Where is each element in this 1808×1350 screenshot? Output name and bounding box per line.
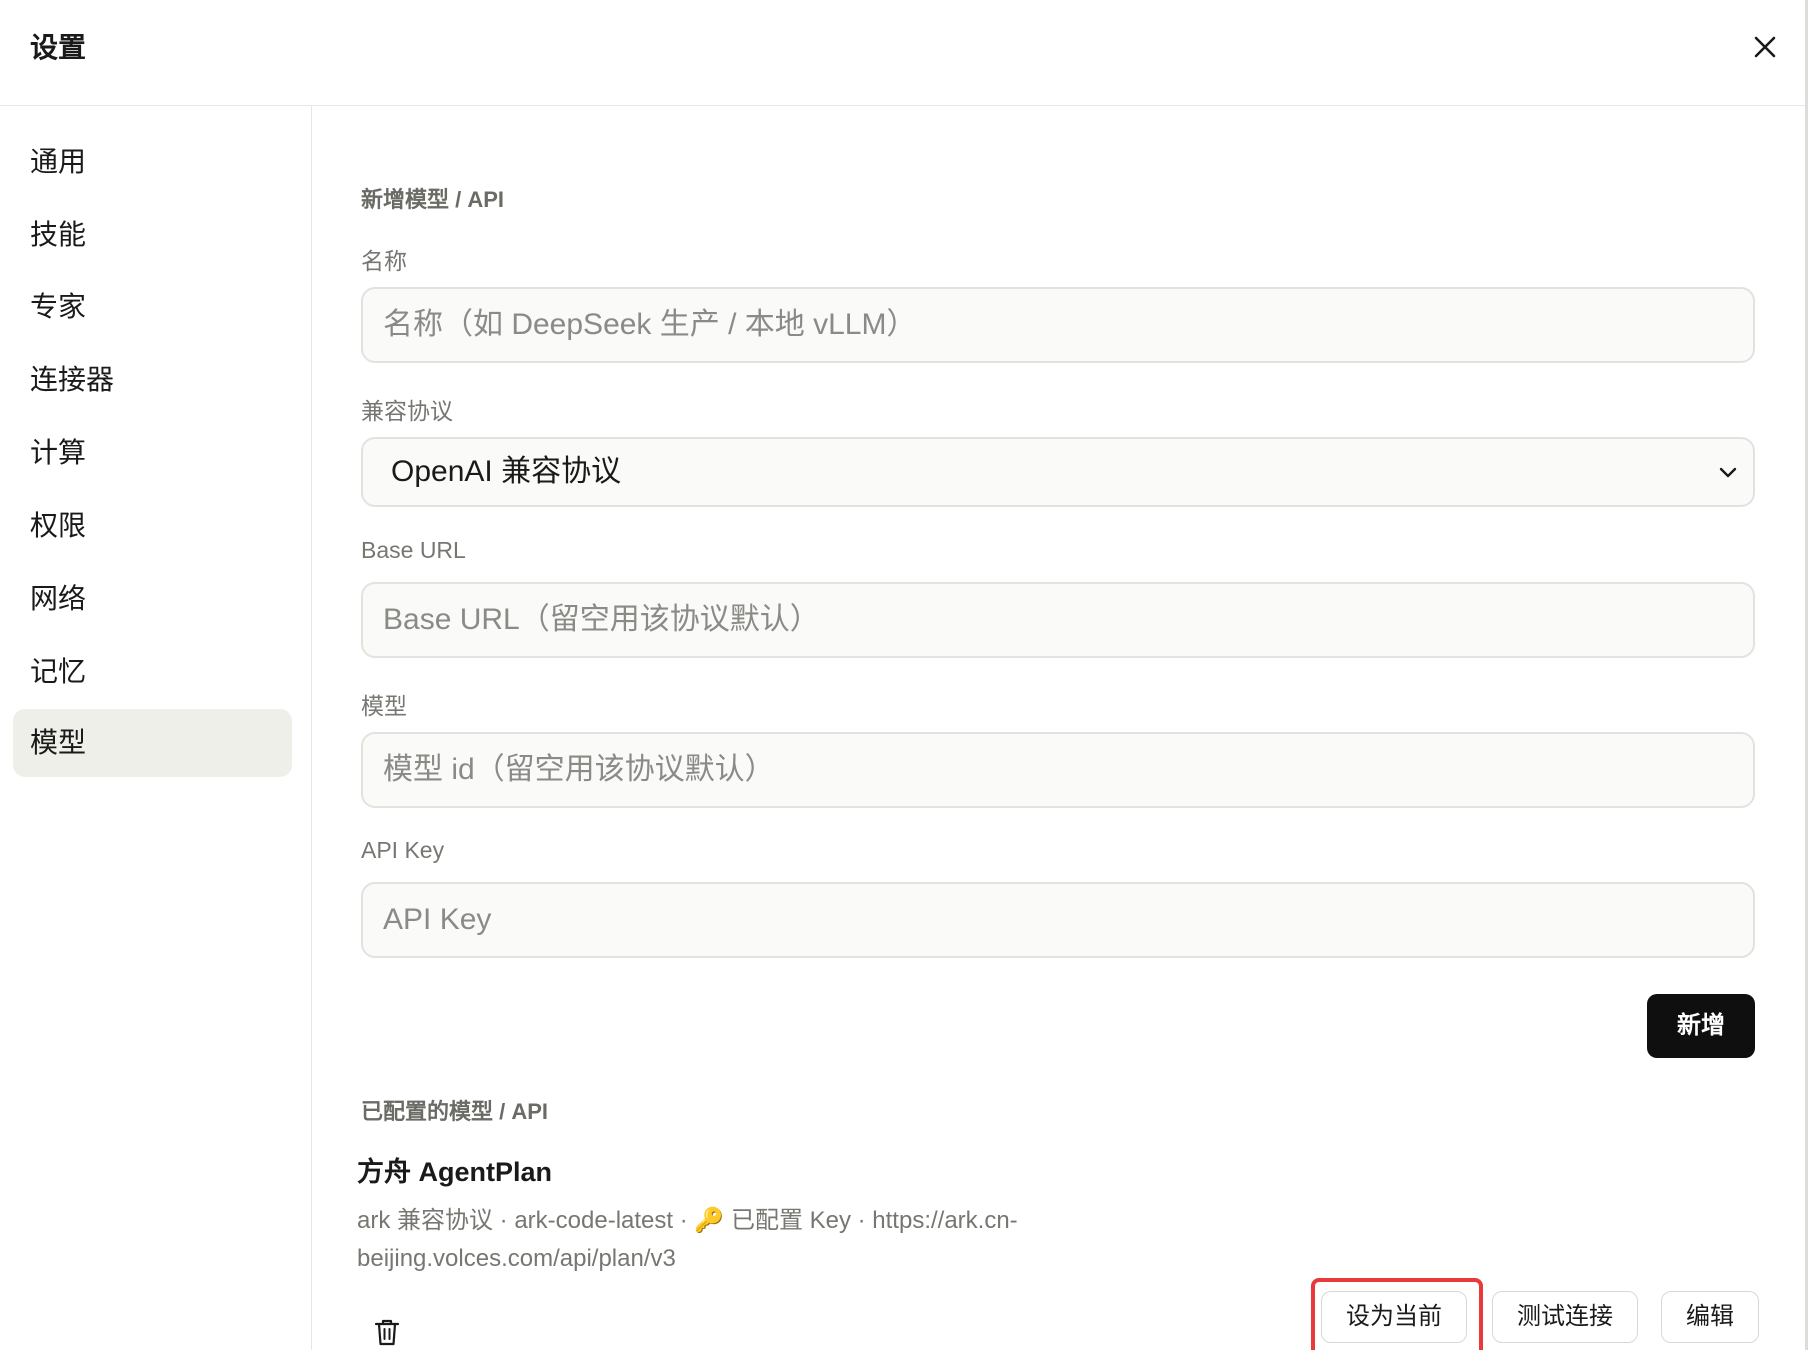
sidebar-item-general[interactable]: 通用 bbox=[13, 128, 292, 196]
model-input[interactable] bbox=[361, 732, 1755, 808]
sidebar-item-compute[interactable]: 计算 bbox=[13, 419, 292, 487]
api-key-input[interactable] bbox=[361, 882, 1755, 958]
sidebar: 通用 技能 专家 连接器 计算 权限 网络 记忆 模型 bbox=[0, 106, 312, 1350]
main-panel: 新增模型 / API 名称 兼容协议 OpenAI 兼容协议 Base URL … bbox=[313, 106, 1803, 1350]
model-item-name: 方舟 AgentPlan bbox=[357, 1157, 553, 1187]
sidebar-item-permissions[interactable]: 权限 bbox=[13, 492, 292, 560]
name-input[interactable] bbox=[361, 287, 1755, 363]
chevron-down-icon bbox=[1719, 467, 1737, 478]
protocol-label: 兼容协议 bbox=[361, 398, 453, 424]
delete-button[interactable] bbox=[373, 1317, 401, 1347]
sidebar-item-memory[interactable]: 记忆 bbox=[13, 638, 292, 706]
protocol-select-value: OpenAI 兼容协议 bbox=[391, 455, 622, 488]
base-url-label: Base URL bbox=[361, 537, 466, 563]
sidebar-item-label: 计算 bbox=[30, 437, 87, 468]
test-connection-button[interactable]: 测试连接 bbox=[1492, 1291, 1638, 1343]
page-title: 设置 bbox=[30, 32, 87, 63]
api-key-label: API Key bbox=[361, 837, 445, 863]
sidebar-item-label: 技能 bbox=[30, 219, 87, 250]
name-label: 名称 bbox=[361, 248, 407, 274]
configured-heading: 已配置的模型 / API bbox=[361, 1099, 549, 1124]
sidebar-item-connectors[interactable]: 连接器 bbox=[13, 346, 292, 414]
base-url-input[interactable] bbox=[361, 582, 1755, 658]
edit-button[interactable]: 编辑 bbox=[1661, 1291, 1759, 1343]
model-item-meta: ark 兼容协议 · ark-code-latest · 🔑 已配置 Key ·… bbox=[357, 1207, 1018, 1272]
set-current-button[interactable]: 设为当前 bbox=[1321, 1291, 1467, 1343]
new-model-heading: 新增模型 / API bbox=[361, 187, 505, 212]
sidebar-item-label: 模型 bbox=[30, 727, 87, 758]
sidebar-item-label: 通用 bbox=[30, 146, 87, 177]
close-button[interactable] bbox=[1746, 28, 1784, 66]
sidebar-item-skills[interactable]: 技能 bbox=[13, 201, 292, 269]
sidebar-item-experts[interactable]: 专家 bbox=[13, 273, 292, 341]
model-label: 模型 bbox=[361, 693, 407, 719]
sidebar-item-label: 专家 bbox=[30, 291, 87, 322]
settings-window: 设置 通用 技能 专家 连接器 计算 权限 网络 记忆 模型 新增模型 / AP… bbox=[0, 0, 1808, 1350]
sidebar-item-label: 记忆 bbox=[30, 656, 87, 687]
sidebar-item-label: 连接器 bbox=[30, 364, 115, 395]
sidebar-item-label: 权限 bbox=[30, 510, 87, 541]
sidebar-item-models[interactable]: 模型 bbox=[13, 709, 292, 777]
sidebar-item-label: 网络 bbox=[30, 583, 87, 614]
header: 设置 bbox=[0, 0, 1808, 106]
add-button[interactable]: 新增 bbox=[1647, 994, 1755, 1058]
trash-icon bbox=[374, 1319, 400, 1346]
protocol-select[interactable]: OpenAI 兼容协议 bbox=[361, 437, 1755, 507]
sidebar-item-network[interactable]: 网络 bbox=[13, 565, 292, 633]
close-icon bbox=[1754, 36, 1776, 58]
